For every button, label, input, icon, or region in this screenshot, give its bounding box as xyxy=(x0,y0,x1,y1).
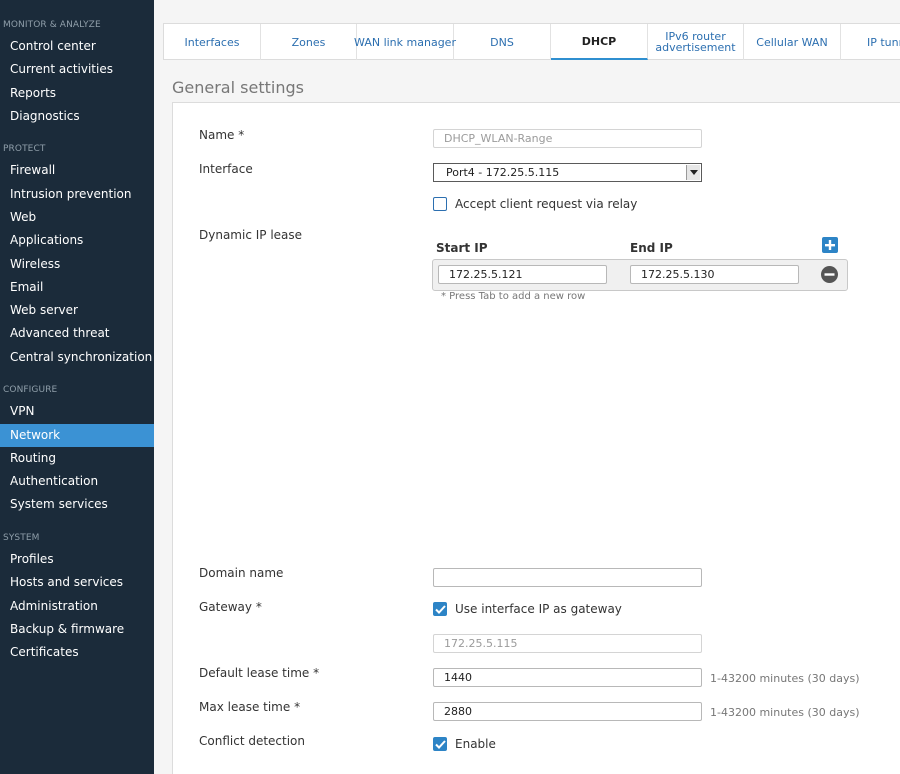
section-heading-system: SYSTEM xyxy=(3,533,40,543)
conflict-detection-checkbox[interactable] xyxy=(433,737,447,751)
tab-dns[interactable]: DNS xyxy=(454,24,551,60)
name-input[interactable]: DHCP_WLAN-Range xyxy=(433,129,702,148)
checkmark-icon xyxy=(434,604,446,614)
nav-intrusion-prevention[interactable]: Intrusion prevention xyxy=(0,183,154,206)
gateway-label: Gateway * xyxy=(199,600,262,614)
start-ip-header: Start IP xyxy=(436,241,488,255)
checkmark-icon xyxy=(434,739,446,749)
conflict-detection-label: Conflict detection xyxy=(199,734,306,748)
relay-checkbox-label: Accept client request via relay xyxy=(455,197,638,211)
nav-control-center[interactable]: Control center xyxy=(0,35,154,58)
nav-web[interactable]: Web xyxy=(0,206,154,229)
max-lease-time-hint: 1-43200 minutes (30 days) xyxy=(710,706,860,719)
nav-wireless[interactable]: Wireless xyxy=(0,253,154,276)
nav-profiles[interactable]: Profiles xyxy=(0,548,154,571)
tab-interfaces[interactable]: Interfaces xyxy=(164,24,261,60)
nav-reports[interactable]: Reports xyxy=(0,82,154,105)
interface-label: Interface xyxy=(199,162,253,176)
nav-web-server[interactable]: Web server xyxy=(0,299,154,322)
conflict-detection-checkbox-label: Enable xyxy=(455,737,496,751)
nav-backup-firmware[interactable]: Backup & firmware xyxy=(0,618,154,641)
end-ip-header: End IP xyxy=(630,241,673,255)
add-row-icon[interactable] xyxy=(822,237,838,257)
gateway-checkbox-label: Use interface IP as gateway xyxy=(455,602,622,616)
nav-authentication[interactable]: Authentication xyxy=(0,470,154,493)
nav-central-synchronization[interactable]: Central synchronization xyxy=(0,346,154,369)
end-ip-input[interactable]: 172.25.5.130 xyxy=(630,265,799,284)
section-title: General settings xyxy=(172,78,304,97)
remove-row-icon[interactable] xyxy=(821,266,838,287)
nav-routing[interactable]: Routing xyxy=(0,447,154,470)
nav-vpn[interactable]: VPN xyxy=(0,400,154,423)
interface-select[interactable]: Port4 - 172.25.5.115 xyxy=(433,163,702,182)
tab-bar: Interfaces Zones WAN link manager DNS DH… xyxy=(163,23,900,60)
default-lease-time-label: Default lease time * xyxy=(199,666,320,680)
nav-applications[interactable]: Applications xyxy=(0,229,154,252)
dropdown-arrow-icon[interactable] xyxy=(686,165,700,180)
lease-hint: * Press Tab to add a new row xyxy=(441,291,586,302)
relay-checkbox[interactable] xyxy=(433,197,447,211)
sidebar: MONITOR & ANALYZE Control center Current… xyxy=(0,0,154,774)
lease-row: 172.25.5.121 172.25.5.130 xyxy=(432,259,848,291)
tab-dhcp[interactable]: DHCP xyxy=(551,24,648,60)
section-heading-configure: CONFIGURE xyxy=(3,385,58,395)
nav-hosts-and-services[interactable]: Hosts and services xyxy=(0,571,154,594)
general-settings-panel: Name * DHCP_WLAN-Range Interface Port4 -… xyxy=(172,102,900,774)
nav-administration[interactable]: Administration xyxy=(0,595,154,618)
nav-system-services[interactable]: System services xyxy=(0,493,154,516)
default-lease-time-hint: 1-43200 minutes (30 days) xyxy=(710,672,860,685)
domain-name-input[interactable] xyxy=(433,568,702,587)
gateway-checkbox[interactable] xyxy=(433,602,447,616)
tab-ipv6-router-advertisement[interactable]: IPv6 router advertisement xyxy=(648,24,744,60)
section-heading-protect: PROTECT xyxy=(3,144,46,154)
dynamic-ip-lease-label: Dynamic IP lease xyxy=(199,228,303,242)
max-lease-time-label: Max lease time * xyxy=(199,700,301,714)
start-ip-input[interactable]: 172.25.5.121 xyxy=(438,265,607,284)
gateway-ip-input[interactable]: 172.25.5.115 xyxy=(433,634,702,653)
tab-cellular-wan[interactable]: Cellular WAN xyxy=(744,24,841,60)
domain-name-label: Domain name xyxy=(199,566,284,580)
nav-certificates[interactable]: Certificates xyxy=(0,641,154,664)
default-lease-time-input[interactable]: 1440 xyxy=(433,668,702,687)
main-content: Interfaces Zones WAN link manager DNS DH… xyxy=(154,0,900,774)
tab-zones[interactable]: Zones xyxy=(261,24,357,60)
interface-select-value: Port4 - 172.25.5.115 xyxy=(446,166,560,179)
tab-wan-link-manager[interactable]: WAN link manager xyxy=(354,24,456,60)
nav-advanced-threat[interactable]: Advanced threat xyxy=(0,322,154,345)
tab-ip-tunnels[interactable]: IP tunnels xyxy=(841,24,900,60)
max-lease-time-input[interactable]: 2880 xyxy=(433,702,702,721)
name-label: Name * xyxy=(199,128,245,142)
nav-firewall[interactable]: Firewall xyxy=(0,159,154,182)
nav-email[interactable]: Email xyxy=(0,276,154,299)
nav-network[interactable]: Network xyxy=(0,424,154,447)
nav-current-activities[interactable]: Current activities xyxy=(0,58,154,81)
nav-diagnostics[interactable]: Diagnostics xyxy=(0,105,154,128)
section-heading-monitor: MONITOR & ANALYZE xyxy=(3,20,101,30)
